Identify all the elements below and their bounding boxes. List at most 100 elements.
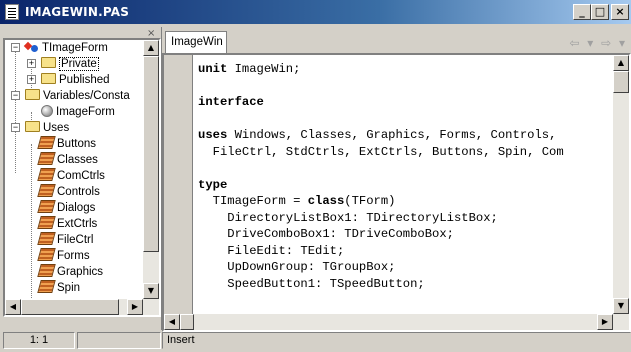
scroll-left-arrow-icon[interactable]: ◀: [164, 314, 180, 330]
window-title: IMAGEWIN.PAS: [25, 5, 130, 19]
unit-icon: [37, 168, 56, 182]
scroll-down-arrow-icon[interactable]: ▼: [613, 298, 629, 314]
unit-icon: [37, 216, 56, 230]
tree-item[interactable]: Dialogs: [37, 200, 96, 216]
editor-gutter[interactable]: [164, 55, 193, 316]
code-line[interactable]: DriveComboBox1: TDriveComboBox;: [198, 226, 608, 243]
scroll-left-arrow-icon[interactable]: ◀: [5, 299, 21, 315]
status-bar-left: 1: 1: [3, 330, 161, 350]
tree-item[interactable]: − TImageForm: [9, 40, 108, 56]
code-text-span: FileEdit: TEdit;: [198, 243, 345, 258]
tree-item[interactable]: Buttons: [37, 136, 96, 152]
window-controls: _ □ ×: [573, 4, 629, 20]
tree-item[interactable]: ComCtrls: [37, 168, 105, 184]
scroll-up-arrow-icon[interactable]: ▲: [143, 40, 159, 56]
code-line[interactable]: uses Windows, Classes, Graphics, Forms, …: [198, 127, 608, 144]
code-line[interactable]: [198, 111, 608, 128]
maximize-button[interactable]: □: [591, 4, 609, 20]
collapse-icon[interactable]: −: [11, 123, 20, 132]
tree-item[interactable]: − Uses: [9, 120, 69, 136]
code-line[interactable]: FileCtrl, StdCtrls, ExtCtrls, Buttons, S…: [198, 144, 608, 161]
tree-item[interactable]: ExtCtrls: [37, 216, 97, 232]
scroll-thumb[interactable]: [613, 71, 629, 93]
code-text-span: ImageWin;: [227, 62, 301, 76]
tree-item[interactable]: − Variables/Consta: [9, 88, 130, 104]
editor-vertical-scrollbar[interactable]: ▲ ▼: [613, 55, 629, 314]
tree-line: [15, 48, 16, 173]
tree-item[interactable]: Controls: [37, 184, 100, 200]
scroll-thumb[interactable]: [143, 56, 159, 252]
editor-horizontal-scrollbar[interactable]: ◀ ▶: [164, 314, 629, 330]
tree-item-label: Controls: [57, 186, 100, 198]
scroll-thumb[interactable]: [180, 314, 194, 330]
tree-item[interactable]: + Published: [25, 72, 110, 88]
unit-icon: [37, 232, 56, 246]
tree-horizontal-scrollbar[interactable]: ◀ ▶: [5, 299, 159, 315]
unit-icon: [37, 136, 56, 150]
close-button[interactable]: ×: [611, 4, 629, 20]
modified-indicator: [77, 332, 161, 349]
tree-item[interactable]: + Private: [25, 56, 99, 72]
scroll-thumb[interactable]: [21, 299, 119, 315]
insert-mode: Insert: [162, 332, 631, 349]
collapse-icon[interactable]: −: [11, 91, 20, 100]
forward-arrow-icon[interactable]: ⇨: [601, 36, 613, 50]
ide-window: IMAGEWIN.PAS _ □ × × − TImageForm + Priv…: [0, 0, 631, 352]
code-text-span: UpDownGroup: TGroupBox;: [198, 260, 396, 274]
tree-item[interactable]: FileCtrl: [37, 232, 94, 248]
document-icon: [5, 4, 19, 20]
title-bar[interactable]: IMAGEWIN.PAS _ □ ×: [0, 0, 631, 24]
tree-item-label: Published: [59, 74, 110, 86]
tree-item[interactable]: Classes: [37, 152, 98, 168]
code-line[interactable]: interface: [198, 94, 608, 111]
code-line[interactable]: [198, 78, 608, 95]
unit-icon: [37, 200, 56, 214]
expand-icon[interactable]: +: [27, 59, 36, 68]
scroll-up-arrow-icon[interactable]: ▲: [613, 55, 629, 71]
expand-icon[interactable]: +: [27, 75, 36, 84]
code-editor[interactable]: unit ImageWin; interface uses Windows, Cla…: [162, 53, 631, 332]
tree-item-label: Buttons: [57, 138, 96, 150]
tree-item[interactable]: Graphics: [37, 264, 104, 280]
tree-vertical-scrollbar[interactable]: ▲ ▼: [143, 40, 159, 299]
code-line[interactable]: TImageForm = class(TForm): [198, 193, 608, 210]
code-line[interactable]: DirectoryListBox1: TDirectoryListBox;: [198, 210, 608, 227]
folder-icon: [25, 121, 40, 133]
back-arrow-icon[interactable]: ⇦: [569, 36, 581, 50]
editor-tab-bar: ImageWin ⇦ ▾ ⇨ ▾: [162, 27, 631, 54]
code-line[interactable]: type: [198, 177, 608, 194]
code-line[interactable]: [198, 160, 608, 177]
code-line[interactable]: SpeedButton1: TSpeedButton;: [198, 276, 608, 293]
tree-item-label: Classes: [57, 154, 98, 166]
code-line[interactable]: FileEdit: TEdit;: [198, 243, 608, 260]
variable-icon: [41, 104, 53, 117]
editor-area: ImageWin ⇦ ▾ ⇨ ▾ unit ImageWin; interface…: [162, 27, 631, 352]
code-line[interactable]: unit ImageWin;: [198, 61, 608, 78]
scroll-down-arrow-icon[interactable]: ▼: [143, 283, 159, 299]
status-bar-right: Insert: [162, 330, 631, 350]
tree-item[interactable]: Forms: [37, 248, 90, 264]
code-text[interactable]: unit ImageWin; interface uses Windows, Cla…: [198, 61, 608, 315]
tree-item-label: Variables/Consta: [43, 90, 130, 102]
explorer-tree: − TImageForm + Private + Published − Var…: [3, 38, 161, 317]
tree-item[interactable]: ImageForm: [35, 104, 115, 120]
code-line[interactable]: UpDownGroup: TGroupBox;: [198, 259, 608, 276]
tree-item-label: FileCtrl: [57, 234, 94, 246]
code-text-span: TImageForm =: [198, 194, 308, 208]
folder-icon: [41, 73, 56, 85]
scroll-right-arrow-icon[interactable]: ▶: [597, 314, 613, 330]
keyword: interface: [198, 95, 264, 109]
class-icon: [25, 41, 39, 53]
keyword: class: [307, 194, 345, 208]
code-text-span: DirectoryListBox1: TDirectoryListBox;: [198, 210, 498, 225]
tree-item-label: Graphics: [57, 266, 104, 278]
tree-item-label: Dialogs: [57, 202, 96, 214]
collapse-icon[interactable]: −: [11, 43, 20, 52]
code-text-span: SpeedButton1: TSpeedButton;: [198, 276, 425, 291]
minimize-button[interactable]: _: [573, 4, 591, 20]
scroll-right-arrow-icon[interactable]: ▶: [127, 299, 143, 315]
tree-item-label: Uses: [43, 122, 70, 134]
tab-imagewin[interactable]: ImageWin: [165, 31, 227, 53]
tree-item[interactable]: Spin: [37, 280, 80, 296]
code-text-span: (TForm): [344, 194, 396, 208]
